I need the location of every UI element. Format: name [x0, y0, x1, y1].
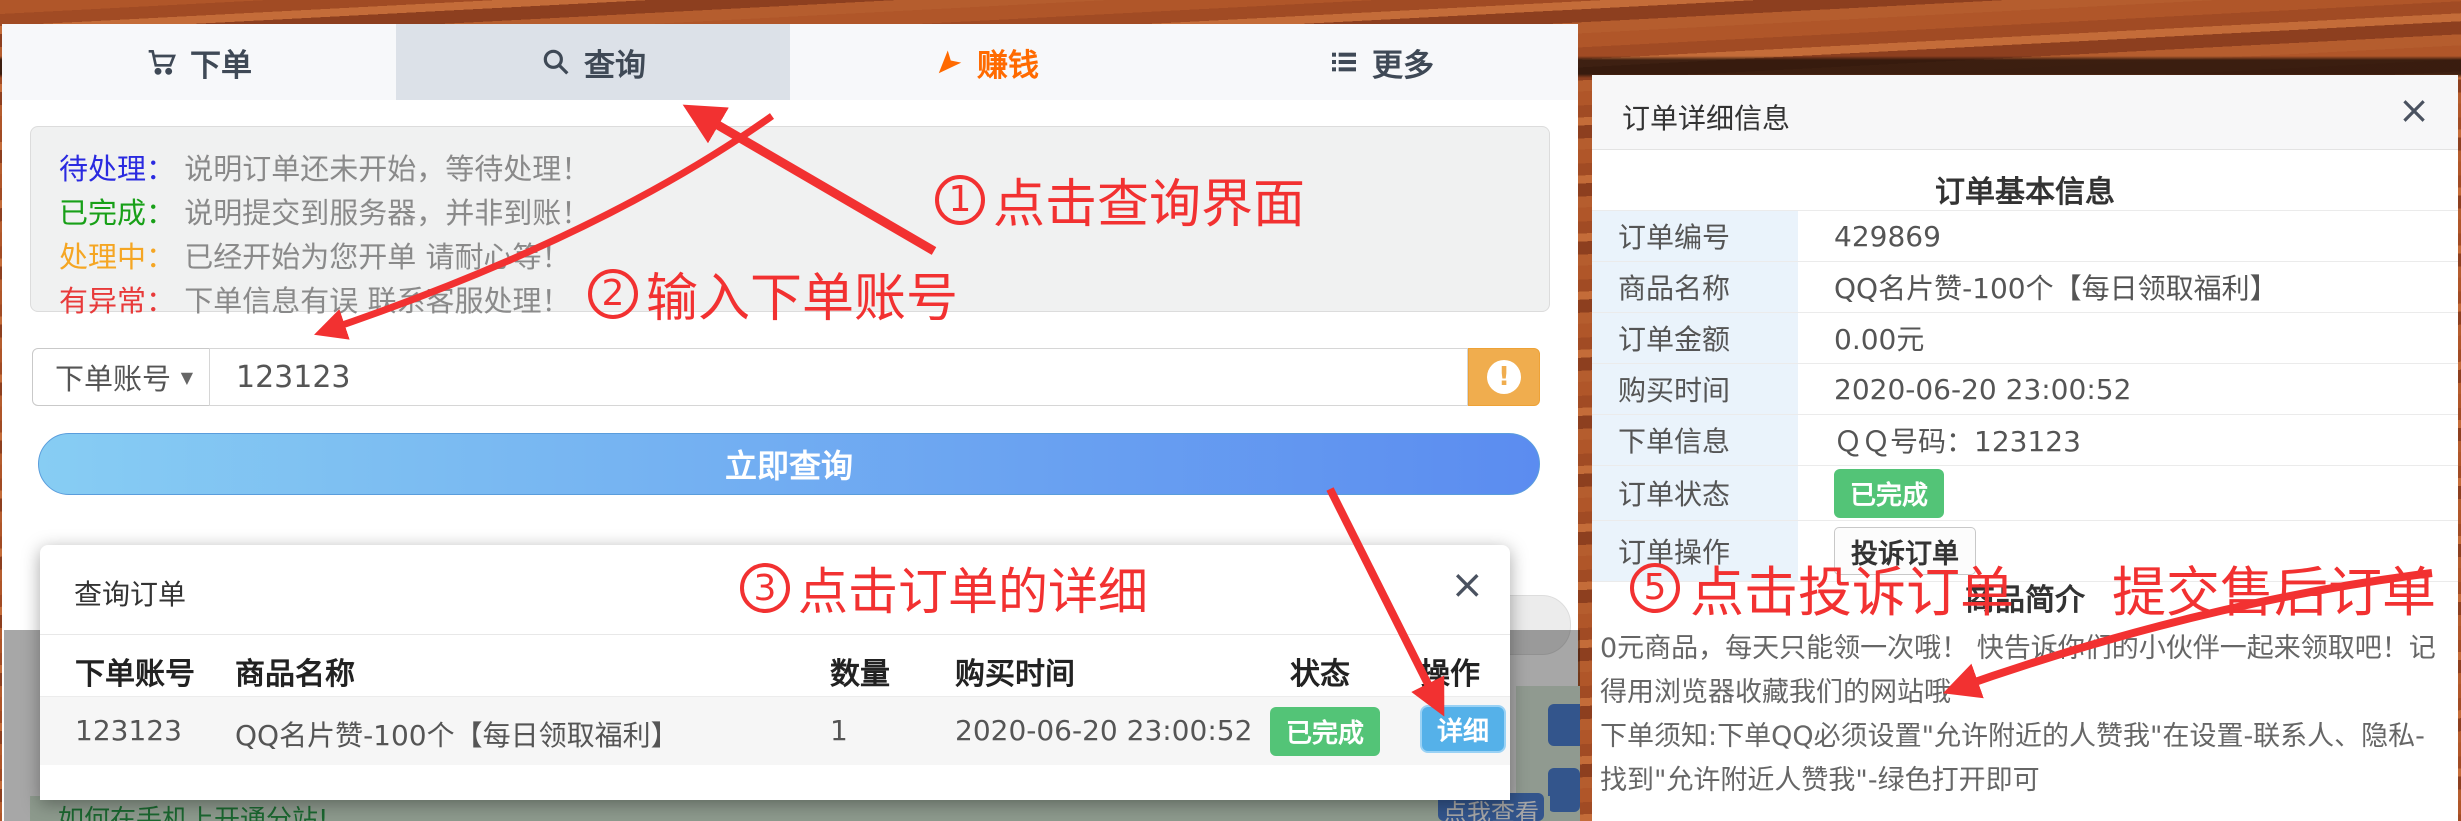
order-detail-panel: 订单详细信息 × 订单基本信息 订单编号 429869 商品名称 QQ名片赞-1…	[1592, 75, 2458, 821]
intro-line-2: 下单须知:下单QQ必须设置"允许附近的人赞我"在设置-联系人、隐私-找到"允许附…	[1600, 715, 2446, 803]
row-value: ＱＱ号码：123123	[1798, 415, 2458, 465]
panel-section-title: 订单基本信息	[1592, 167, 2458, 211]
top-nav: 下单 查询 赚钱	[2, 24, 1578, 101]
tab-earn[interactable]: 赚钱	[790, 24, 1184, 100]
row-label: 订单编号	[1592, 211, 1798, 261]
col-product: 商品名称	[235, 649, 355, 693]
tab-order[interactable]: 下单	[2, 24, 396, 100]
table-row: 商品名称 QQ名片赞-100个【每日领取福利】	[1592, 261, 2458, 312]
circled-number-3: 3	[740, 563, 790, 613]
product-intro-text: 0元商品，每天只能领一次哦！ 快告诉你们的小伙伴一起来领取吧！记得用浏览器收藏我…	[1600, 627, 2446, 803]
status-desc-abnormal: 下单信息有误 联系客服处理！	[184, 284, 570, 318]
status-label-processing: 处理中	[59, 240, 146, 274]
table-row: 订单编号 429869	[1592, 210, 2458, 261]
chevron-down-icon: ▼	[181, 368, 193, 387]
separator: ：	[146, 240, 175, 274]
tab-query-label: 查询	[584, 40, 646, 85]
screenshot-stage: 下单 查询 赚钱	[0, 0, 2461, 821]
col-account: 下单账号	[75, 649, 195, 693]
annotation-step1: 1 点击查询界面	[935, 162, 1305, 237]
row-value: 已完成	[1798, 466, 2458, 520]
query-now-button[interactable]: 立即查询	[38, 433, 1540, 495]
col-status: 状态	[1290, 649, 1350, 693]
row-label: 商品名称	[1592, 262, 1798, 312]
status-label-pending: 待处理	[59, 152, 146, 186]
row-time: 2020-06-20 23:00:52	[955, 714, 1252, 747]
separator: ：	[146, 196, 175, 230]
intro-line-1: 0元商品，每天只能领一次哦！ 快告诉你们的小伙伴一起来领取吧！记得用浏览器收藏我…	[1600, 627, 2446, 715]
order-info-table: 订单编号 429869 商品名称 QQ名片赞-100个【每日领取福利】 订单金额…	[1592, 210, 2458, 582]
annotation-step5: 5 点击投诉订单 提交售后订单	[1630, 548, 2436, 627]
annotation-step2-text: 输入下单账号	[646, 256, 958, 331]
status-label-completed: 已完成	[59, 196, 146, 230]
table-row: 订单金额 0.00元	[1592, 312, 2458, 363]
table-row-status: 订单状态 已完成	[1592, 465, 2458, 520]
row-value: QQ名片赞-100个【每日领取福利】	[1798, 262, 2458, 312]
status-desc-pending: 说明订单还未开始，等待处理！	[184, 152, 590, 186]
row-value: 2020-06-20 23:00:52	[1798, 364, 2458, 414]
annotation-step2: 2 输入下单账号	[588, 256, 958, 331]
row-label: 订单状态	[1592, 466, 1798, 520]
cursor-icon	[935, 47, 965, 77]
separator: ：	[146, 284, 175, 318]
circled-number-1: 1	[935, 175, 985, 225]
col-quantity: 数量	[830, 649, 890, 693]
status-badge: 已完成	[1834, 469, 1944, 518]
status-badge: 已完成	[1270, 707, 1380, 756]
tab-query[interactable]: 查询	[396, 24, 790, 100]
account-type-select[interactable]: 下单账号 ▼	[32, 348, 210, 406]
list-icon	[1328, 46, 1360, 78]
row-label: 订单金额	[1592, 313, 1798, 363]
status-desc-processing: 已经开始为您开单 请耐心等！	[184, 240, 570, 274]
row-account: 123123	[75, 714, 182, 747]
status-label-abnormal: 有异常	[59, 284, 146, 318]
close-icon[interactable]: ×	[1450, 565, 1484, 605]
cart-icon	[146, 46, 178, 78]
circled-number-2: 2	[588, 269, 638, 319]
modal-title: 查询订单	[74, 573, 186, 613]
exclamation-icon: !	[1487, 360, 1521, 394]
circled-number-5: 5	[1630, 563, 1680, 613]
tab-order-label: 下单	[190, 40, 252, 85]
query-now-label: 立即查询	[725, 441, 853, 487]
annotation-step1-text: 点击查询界面	[993, 162, 1305, 237]
annotation-step5-text2: 提交售后订单	[2112, 548, 2436, 627]
order-table-row: 123123 QQ名片赞-100个【每日领取福利】 1 2020-06-20 2…	[40, 697, 1510, 765]
panel-title: 订单详细信息	[1622, 97, 1790, 137]
status-desc-completed: 说明提交到服务器，并非到账！	[184, 196, 590, 230]
account-input[interactable]: 123123	[209, 348, 1468, 406]
row-value: 429869	[1798, 211, 2458, 261]
table-row: 购买时间 2020-06-20 23:00:52	[1592, 363, 2458, 414]
search-icon	[540, 46, 572, 78]
table-row: 下单信息 ＱＱ号码：123123	[1592, 414, 2458, 465]
orders-table-header: 下单账号 商品名称 数量 购买时间 状态 操作	[40, 635, 1510, 697]
annotation-step3-text: 点击订单的详细	[798, 552, 1148, 624]
row-label: 购买时间	[1592, 364, 1798, 414]
row-quantity: 1	[830, 714, 848, 747]
panel-header: 订单详细信息 ×	[1592, 75, 2458, 150]
warning-button[interactable]: !	[1468, 348, 1540, 406]
tab-earn-label: 赚钱	[977, 40, 1039, 85]
account-type-label: 下单账号	[55, 356, 171, 398]
tab-more-label: 更多	[1372, 40, 1434, 85]
row-label: 下单信息	[1592, 415, 1798, 465]
col-action: 操作	[1420, 649, 1480, 693]
annotation-step3: 3 点击订单的详细	[740, 552, 1148, 624]
account-input-value: 123123	[236, 360, 351, 395]
close-icon[interactable]: ×	[2398, 91, 2430, 129]
row-value: 0.00元	[1798, 313, 2458, 363]
row-product: QQ名片赞-100个【每日领取福利】	[235, 714, 679, 754]
separator: ：	[146, 152, 175, 186]
detail-button[interactable]: 详细	[1420, 705, 1506, 753]
annotation-step5-text: 点击投诉订单	[1690, 548, 2014, 627]
tab-more[interactable]: 更多	[1184, 24, 1578, 100]
col-time: 购买时间	[955, 649, 1075, 693]
